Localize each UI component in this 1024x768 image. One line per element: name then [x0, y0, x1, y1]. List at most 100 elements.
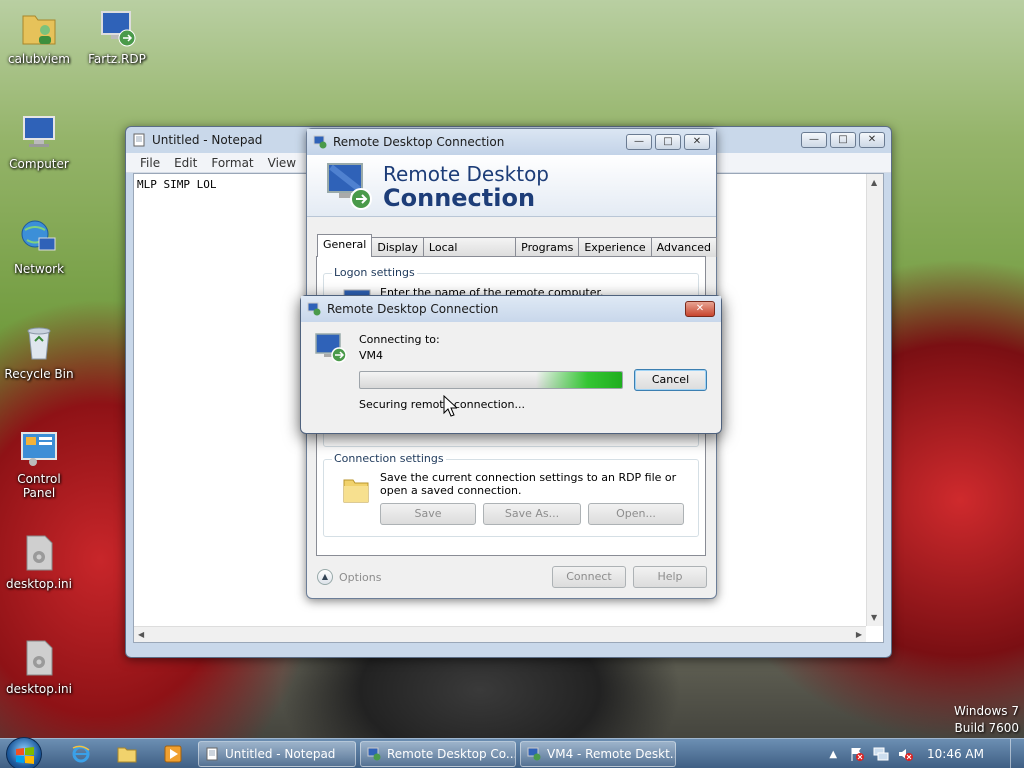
desktop-icon-label: calubviem: [7, 52, 70, 66]
taskbar-pin-internet-explorer[interactable]: [64, 742, 98, 766]
rdc-titlebar[interactable]: Remote Desktop Connection — □ ✕: [307, 129, 716, 155]
connecting-titlebar[interactable]: Remote Desktop Connection ✕: [301, 296, 721, 322]
taskbar-pin-explorer[interactable]: [110, 742, 144, 766]
connecting-title: Remote Desktop Connection: [327, 302, 499, 316]
cancel-button[interactable]: Cancel: [634, 369, 707, 391]
menu-view[interactable]: View: [268, 156, 296, 170]
desktop-icon-computer[interactable]: Computer: [1, 113, 77, 171]
mouse-cursor-icon: [443, 395, 457, 417]
close-button[interactable]: ✕: [685, 301, 715, 317]
menu-file[interactable]: File: [140, 156, 160, 170]
clock[interactable]: 10:46 AM: [927, 747, 984, 761]
notepad-icon: [206, 747, 218, 761]
maximize-button[interactable]: □: [655, 134, 681, 150]
media-player-icon: [164, 745, 182, 763]
action-center-flag-icon[interactable]: [849, 746, 865, 762]
tab-display[interactable]: Display: [371, 237, 424, 257]
rdc-title-icon: [313, 135, 327, 149]
rdp-file-icon: [101, 11, 136, 47]
taskbar-pin-media-player[interactable]: [156, 742, 190, 766]
taskbar: Untitled - Notepad Remote Desktop Co... …: [0, 737, 1024, 768]
scroll-up-arrow-icon[interactable]: ▲: [871, 178, 877, 187]
taskbar-button-vm4[interactable]: VM4 - Remote Deskt...: [520, 741, 676, 767]
recycle-bin-icon: [27, 327, 51, 360]
rdc-title-icon: [307, 302, 321, 316]
rdc-icon: [367, 747, 381, 761]
desktop-icon-recycle-bin[interactable]: Recycle Bin: [1, 323, 77, 381]
network-tray-icon[interactable]: [873, 746, 889, 762]
tab-local-resources[interactable]: Local Resources: [422, 237, 517, 267]
user-folder-icon: [22, 15, 56, 45]
network-icon: [21, 220, 56, 251]
menu-edit[interactable]: Edit: [174, 156, 197, 170]
connect-button[interactable]: Connect: [552, 566, 626, 588]
minimize-button[interactable]: —: [801, 132, 827, 148]
watermark-line2: Build 7600: [954, 721, 1019, 735]
taskbar-button-rdc[interactable]: Remote Desktop Co...: [360, 741, 516, 767]
tab-advanced[interactable]: Advanced: [650, 237, 717, 257]
close-button[interactable]: ✕: [859, 132, 885, 148]
connecting-to-label: Connecting to:: [359, 333, 440, 346]
save-button[interactable]: Save: [380, 503, 476, 525]
save-as-button[interactable]: Save As...: [483, 503, 581, 525]
notepad-caption-buttons: — □ ✕: [801, 132, 885, 148]
taskbar-button-label: Untitled - Notepad: [225, 747, 336, 761]
show-desktop-button[interactable]: [1010, 739, 1024, 768]
desktop-icon-label: Control Panel: [17, 472, 61, 500]
connection-progress-bar: [359, 371, 623, 389]
system-tray: ▲ 10:46 AM: [829, 739, 1024, 768]
tab-general[interactable]: General: [317, 234, 373, 257]
remote-desktop-icon: [327, 162, 372, 210]
rdc-tabs: General Display Local Resources Programs…: [317, 234, 717, 267]
desktop-icon-label: Fartz.RDP: [88, 52, 146, 66]
computer-icon: [23, 116, 55, 147]
scroll-right-arrow-icon[interactable]: ▶: [856, 630, 862, 639]
desktop-icon-label: Computer: [9, 157, 69, 171]
chevron-up-icon[interactable]: ▲: [317, 569, 333, 585]
windows-build-watermark: Windows 7 Build 7600: [954, 703, 1019, 737]
help-button[interactable]: Help: [633, 566, 707, 588]
desktop-icon-fartz-rdp[interactable]: Fartz.RDP: [79, 8, 155, 66]
start-button[interactable]: [6, 737, 42, 768]
desktop-icon-desktop-ini-2[interactable]: desktop.ini: [1, 638, 77, 696]
open-button[interactable]: Open...: [588, 503, 684, 525]
desktop-icon-desktop-ini-1[interactable]: desktop.ini: [1, 533, 77, 591]
desktop-icon-calubviem[interactable]: calubviem: [1, 8, 77, 66]
options-toggle[interactable]: ▲ Options: [317, 569, 381, 585]
connecting-dialog[interactable]: Remote Desktop Connection ✕ Connecting t…: [300, 295, 722, 434]
notepad-title: Untitled - Notepad: [152, 133, 263, 147]
desktop-icon-label: desktop.ini: [6, 682, 72, 696]
windows-logo-icon: [16, 747, 34, 764]
show-hidden-icons-icon[interactable]: ▲: [829, 749, 837, 760]
scroll-down-arrow-icon[interactable]: ▼: [871, 613, 877, 622]
connection-settings-text: Save the current connection settings to …: [380, 471, 677, 497]
connecting-caption-buttons: ✕: [685, 301, 715, 317]
scroll-left-arrow-icon[interactable]: ◀: [138, 630, 144, 639]
folder-icon: [117, 747, 137, 763]
horizontal-scrollbar[interactable]: ◀ ▶: [134, 626, 866, 642]
options-label: Options: [339, 570, 382, 584]
desktop-icon-control-panel[interactable]: Control Panel: [1, 428, 77, 500]
taskbar-button-notepad[interactable]: Untitled - Notepad: [198, 741, 356, 767]
settings-file-icon: [26, 640, 53, 676]
menu-format[interactable]: Format: [211, 156, 253, 170]
volume-muted-icon[interactable]: [897, 746, 914, 762]
control-panel-icon: [21, 432, 57, 466]
taskbar-button-label: Remote Desktop Co...: [387, 747, 516, 761]
internet-explorer-icon: [72, 745, 90, 763]
desktop-icon-network[interactable]: Network: [1, 218, 77, 276]
settings-file-icon: [26, 535, 53, 571]
close-button[interactable]: ✕: [684, 134, 710, 150]
banner-title-line2: Connection: [383, 183, 536, 212]
connection-settings-group: Connection settings Save the current con…: [323, 452, 699, 537]
tab-experience[interactable]: Experience: [578, 237, 652, 257]
tab-programs[interactable]: Programs: [515, 237, 580, 257]
minimize-button[interactable]: —: [626, 134, 652, 150]
vertical-scrollbar[interactable]: ▲ ▼: [866, 174, 883, 626]
maximize-button[interactable]: □: [830, 132, 856, 148]
rdc-icon: [527, 747, 541, 761]
folder-icon: [343, 479, 369, 503]
remote-desktop-icon: [315, 333, 347, 363]
notepad-icon: [133, 133, 145, 147]
logon-settings-legend: Logon settings: [332, 266, 417, 279]
